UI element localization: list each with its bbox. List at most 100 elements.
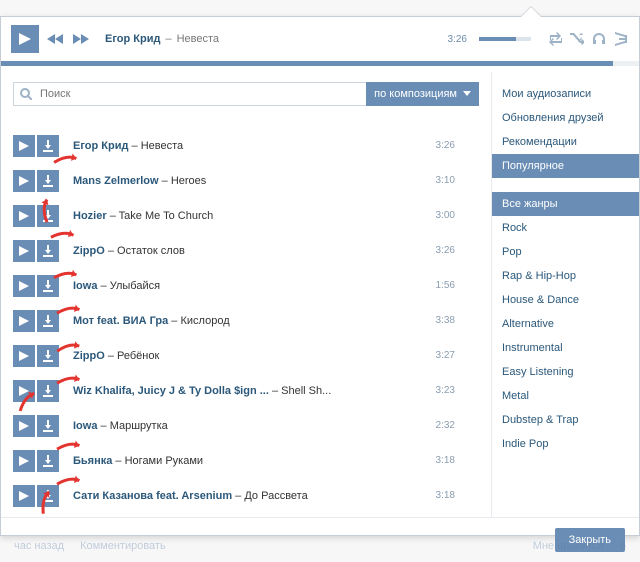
- track-title: Маршрутка: [110, 420, 168, 432]
- track-time: 3:23: [436, 385, 479, 396]
- genre-item[interactable]: House & Dance: [492, 288, 639, 312]
- track-name: Егор Крид – Невеста: [73, 140, 436, 152]
- track-play-button[interactable]: [13, 345, 35, 367]
- track-artist[interactable]: ZippO: [73, 350, 105, 362]
- genre-item[interactable]: Pop: [492, 240, 639, 264]
- track-download-button[interactable]: [37, 485, 59, 507]
- track-row[interactable]: ZippO – Остаток слов3:26: [13, 233, 479, 268]
- track-artist[interactable]: Мот feat. ВИА Гра: [73, 315, 168, 327]
- audio-dialog: Егор Крид – Невеста 3:26 по композициям: [0, 16, 640, 536]
- genre-item[interactable]: Easy Listening: [492, 360, 639, 384]
- genre-item[interactable]: Rock: [492, 216, 639, 240]
- repeat-icon[interactable]: [547, 31, 563, 47]
- nav-item[interactable]: Обновления друзей: [492, 106, 639, 130]
- track-row[interactable]: Iowa – Улыбайся1:56: [13, 268, 479, 303]
- track-row[interactable]: ZippO – Ребёнок3:27: [13, 338, 479, 373]
- shuffle-icon[interactable]: [569, 31, 585, 47]
- genre-item[interactable]: Metal: [492, 384, 639, 408]
- track-time: 1:56: [436, 280, 479, 291]
- track-time: 3:00: [436, 210, 479, 221]
- track-play-button[interactable]: [13, 275, 35, 297]
- track-title: Ногами Руками: [125, 455, 203, 467]
- track-download-button[interactable]: [37, 240, 59, 262]
- genre-item[interactable]: Все жанры: [492, 192, 639, 216]
- track-artist[interactable]: Бьянка: [73, 455, 112, 467]
- track-artist[interactable]: Iowa: [73, 280, 97, 292]
- track-download-button[interactable]: [37, 415, 59, 437]
- track-artist[interactable]: Wiz Khalifa, Juicy J & Ty Dolla $ign ...: [73, 385, 269, 397]
- track-download-button[interactable]: [37, 310, 59, 332]
- track-name: Мот feat. ВИА Гра – Кислород: [73, 315, 436, 327]
- track-download-button[interactable]: [37, 170, 59, 192]
- nav-item[interactable]: Рекомендации: [492, 130, 639, 154]
- track-play-button[interactable]: [13, 450, 35, 472]
- now-artist: Егор Крид: [105, 33, 160, 45]
- now-title: Невеста: [177, 33, 219, 45]
- track-artist[interactable]: Сати Казанова feat. Arsenium: [73, 490, 232, 502]
- nav-item[interactable]: Популярное: [492, 154, 639, 178]
- track-time: 3:26: [436, 245, 479, 256]
- track-download-button[interactable]: [37, 135, 59, 157]
- track-play-button[interactable]: [13, 170, 35, 192]
- track-play-button[interactable]: [13, 240, 35, 262]
- track-row[interactable]: Iowa – Маршрутка2:32: [13, 408, 479, 443]
- track-row[interactable]: Сати Казанова feat. Arsenium – До Рассве…: [13, 478, 479, 513]
- track-artist[interactable]: Mans Zelmerlow: [73, 175, 159, 187]
- track-title: Shell Sh...: [281, 385, 331, 397]
- track-play-button[interactable]: [13, 485, 35, 507]
- track-name: Hozier – Take Me To Church: [73, 210, 436, 222]
- track-row[interactable]: Hozier – Take Me To Church3:00: [13, 198, 479, 233]
- track-name: Iowa – Маршрутка: [73, 420, 436, 432]
- prev-button[interactable]: [45, 27, 65, 51]
- player-time: 3:26: [448, 34, 467, 45]
- volume-slider[interactable]: [479, 37, 531, 41]
- genre-item[interactable]: Indie Pop: [492, 432, 639, 456]
- track-play-button[interactable]: [13, 415, 35, 437]
- progress-bar[interactable]: [1, 61, 639, 66]
- track-artist[interactable]: ZippO: [73, 245, 105, 257]
- search-scope-dropdown[interactable]: по композициям: [366, 82, 479, 106]
- track-artist[interactable]: Егор Крид: [73, 140, 128, 152]
- track-play-button[interactable]: [13, 310, 35, 332]
- track-name: ZippO – Ребёнок: [73, 350, 436, 362]
- under-row: час назад Комментировать Мне нравится 6: [0, 536, 640, 556]
- search-input[interactable]: [38, 87, 360, 101]
- track-play-button[interactable]: [13, 205, 35, 227]
- track-time: 3:18: [436, 455, 479, 466]
- broadcast-icon[interactable]: [613, 31, 629, 47]
- track-row[interactable]: Бьянка – Ногами Руками3:18: [13, 443, 479, 478]
- track-download-button[interactable]: [37, 205, 59, 227]
- left-panel: по композициям Егор Крид – Невеста3:26Ma…: [1, 72, 491, 517]
- track-name: Бьянка – Ногами Руками: [73, 455, 436, 467]
- track-artist[interactable]: Hozier: [73, 210, 107, 222]
- track-download-button[interactable]: [37, 275, 59, 297]
- genre-list: Все жанрыRockPopRap & Hip-HopHouse & Dan…: [492, 192, 639, 456]
- genre-item[interactable]: Instrumental: [492, 336, 639, 360]
- player-bar: Егор Крид – Невеста 3:26: [1, 17, 639, 61]
- track-download-button[interactable]: [37, 345, 59, 367]
- next-button[interactable]: [71, 27, 91, 51]
- track-time: 3:27: [436, 350, 479, 361]
- track-row[interactable]: Mans Zelmerlow – Heroes3:10: [13, 163, 479, 198]
- track-play-button[interactable]: [13, 380, 35, 402]
- search-field[interactable]: [13, 82, 367, 106]
- genre-item[interactable]: Dubstep & Trap: [492, 408, 639, 432]
- track-time: 2:32: [436, 420, 479, 431]
- track-name: Mans Zelmerlow – Heroes: [73, 175, 436, 187]
- genre-item[interactable]: Rap & Hip-Hop: [492, 264, 639, 288]
- track-artist[interactable]: Iowa: [73, 420, 97, 432]
- track-row[interactable]: Wiz Khalifa, Juicy J & Ty Dolla $ign ...…: [13, 373, 479, 408]
- track-download-button[interactable]: [37, 450, 59, 472]
- track-row[interactable]: Егор Крид – Невеста3:26: [13, 128, 479, 163]
- genre-item[interactable]: Alternative: [492, 312, 639, 336]
- track-title: Ребёнок: [117, 350, 159, 362]
- track-name: Сати Казанова feat. Arsenium – До Рассве…: [73, 490, 436, 502]
- track-play-button[interactable]: [13, 135, 35, 157]
- play-button[interactable]: [11, 25, 39, 53]
- track-time: 3:10: [436, 175, 479, 186]
- headphones-icon[interactable]: [591, 31, 607, 47]
- track-name: Iowa – Улыбайся: [73, 280, 436, 292]
- track-download-button[interactable]: [37, 380, 59, 402]
- nav-item[interactable]: Мои аудиозаписи: [492, 82, 639, 106]
- track-row[interactable]: Мот feat. ВИА Гра – Кислород3:38: [13, 303, 479, 338]
